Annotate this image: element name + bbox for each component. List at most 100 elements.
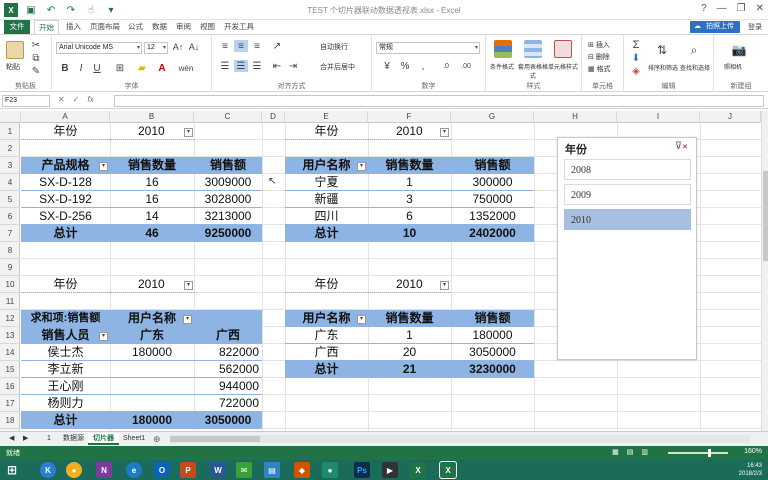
pivot3-cell[interactable]: 722000 — [194, 395, 262, 412]
row-header[interactable]: 3 — [0, 157, 20, 174]
find-select-button[interactable]: 查找和选择 — [680, 63, 710, 72]
row-header[interactable]: 14 — [0, 344, 20, 361]
tab-home[interactable]: 开始 — [34, 20, 59, 34]
phonetic-icon[interactable]: wén — [178, 62, 194, 74]
conditional-format-icon[interactable] — [494, 40, 512, 58]
camera-icon[interactable]: 📷 — [730, 41, 748, 59]
restore-button[interactable]: ❐ — [737, 3, 746, 14]
upload-button[interactable]: ☁ 拍照上传 — [690, 21, 740, 33]
tab-page-layout[interactable]: 页面布局 — [86, 20, 124, 34]
media-icon[interactable]: ▶ — [382, 462, 398, 478]
pivot4-row-filter-icon[interactable]: ▾ — [357, 315, 366, 324]
pivot1-cell[interactable]: 14 — [110, 208, 194, 225]
pivot4-filter-value[interactable]: 2010 — [368, 276, 451, 293]
app-icon[interactable]: ◆ — [294, 462, 310, 478]
autosum-icon[interactable]: Σ — [630, 39, 642, 51]
pivot2-filter-value[interactable]: 2010 — [368, 123, 451, 140]
col-header-h[interactable]: H — [534, 111, 617, 123]
sheet-tab-slicer[interactable]: 切片器 — [88, 433, 119, 445]
close-button[interactable]: ✕ — [756, 3, 764, 14]
pivot4-filter-dropdown-icon[interactable]: ▾ — [440, 281, 449, 290]
pivot3-cell[interactable]: 562000 — [194, 361, 262, 378]
slicer-item-2008[interactable]: 2008 — [564, 159, 691, 180]
pivot1-cell[interactable]: 16 — [110, 174, 194, 191]
clock-time[interactable]: 16:43 — [739, 462, 762, 470]
paste-button[interactable]: 粘贴 — [6, 62, 20, 72]
pivot2-cell[interactable]: 6 — [368, 208, 451, 225]
pivot1-cell[interactable]: SX-D-192 — [21, 191, 110, 208]
clock-date[interactable]: 2018/2/3 — [739, 470, 762, 478]
col-header-d[interactable]: D — [262, 111, 285, 123]
pivot4-cell[interactable]: 广西 — [285, 344, 368, 361]
pivot1-cell[interactable]: 3028000 — [194, 191, 262, 208]
fill-color-icon[interactable]: ▰ — [136, 62, 148, 74]
delete-cells-button[interactable]: ⊟ 删除 — [588, 52, 610, 62]
pivot1-filter-dropdown-icon[interactable]: ▾ — [184, 128, 193, 137]
ie-icon[interactable]: e — [126, 462, 142, 478]
tab-insert[interactable]: 插入 — [62, 20, 85, 34]
pivot2-cell[interactable]: 750000 — [451, 191, 534, 208]
pivot2-cell[interactable]: 3 — [368, 191, 451, 208]
enter-icon[interactable]: ✓ — [73, 95, 80, 104]
word-icon[interactable]: W — [210, 462, 226, 478]
pivot3-cell[interactable]: 李立新 — [21, 361, 110, 378]
tab-review[interactable]: 审阅 — [172, 20, 195, 34]
pivot3-filter-dropdown-icon[interactable]: ▾ — [184, 281, 193, 290]
sheet-tab-sheet1[interactable]: Sheet1 — [118, 433, 150, 445]
increase-indent-icon[interactable]: ⇥ — [286, 60, 300, 72]
pivot3-filter-value[interactable]: 2010 — [110, 276, 194, 293]
formula-input[interactable] — [114, 95, 764, 107]
slicer-item-2010[interactable]: 2010 — [564, 209, 691, 230]
align-top-icon[interactable]: ≡ — [218, 40, 232, 52]
sheet-nav-next-icon[interactable]: ▶ — [18, 433, 33, 445]
col-header-j[interactable]: J — [700, 111, 761, 123]
zoom-slider[interactable] — [668, 449, 728, 457]
pivot1-cell[interactable]: 16 — [110, 191, 194, 208]
pivot3-cell[interactable]: 822000 — [194, 344, 262, 361]
pivot3-cell[interactable] — [110, 395, 194, 412]
browser-k-icon[interactable]: K — [40, 462, 56, 478]
col-header-i[interactable]: I — [617, 111, 700, 123]
cell-styles-icon[interactable] — [554, 40, 572, 58]
pivot4-cell[interactable]: 1 — [368, 327, 451, 344]
pivot3-cell[interactable]: 王心刚 — [21, 378, 110, 395]
pivot1-cell[interactable]: 3009000 — [194, 174, 262, 191]
pivot3-cell[interactable] — [110, 361, 194, 378]
pivot1-cell[interactable]: SX-D-256 — [21, 208, 110, 225]
zoom-slider-knob[interactable] — [708, 449, 711, 457]
format-table-icon[interactable] — [524, 40, 542, 58]
wrap-text-button[interactable]: 自动换行 — [320, 42, 348, 52]
font-size-combo[interactable]: 12 ▾ — [144, 42, 168, 54]
row-header[interactable]: 10 — [0, 276, 20, 293]
align-left-icon[interactable]: ☰ — [218, 60, 232, 72]
sort-filter-icon[interactable]: ⇅ — [654, 41, 670, 59]
row-header[interactable]: 16 — [0, 378, 20, 395]
pivot3-cell[interactable]: 杨则力 — [21, 395, 110, 412]
page-layout-view-icon[interactable]: ▤ — [627, 448, 634, 456]
comma-icon[interactable]: , — [416, 60, 430, 72]
col-header-f[interactable]: F — [368, 111, 451, 123]
row-header[interactable]: 5 — [0, 191, 20, 208]
pivot2-cell[interactable]: 新疆 — [285, 191, 368, 208]
row-header[interactable]: 8 — [0, 242, 20, 259]
wechat-icon[interactable]: ✉ — [236, 462, 252, 478]
grow-font-icon[interactable]: A↑ — [172, 41, 184, 53]
align-right-icon[interactable]: ☰ — [250, 60, 264, 72]
col-header-a[interactable]: A — [21, 111, 110, 123]
photoshop-icon[interactable]: Ps — [354, 462, 370, 478]
normal-view-icon[interactable]: ▦ — [612, 448, 619, 456]
name-box[interactable]: F23 — [2, 95, 50, 107]
pivot4-cell[interactable]: 20 — [368, 344, 451, 361]
cell-styles-button[interactable]: 单元格样式 — [548, 62, 578, 71]
col-header-e[interactable]: E — [285, 111, 368, 123]
pivot2-cell[interactable]: 1352000 — [451, 208, 534, 225]
pivot1-cell[interactable]: SX-D-128 — [21, 174, 110, 191]
merge-center-button[interactable]: 合并后居中 — [320, 62, 355, 72]
row-header[interactable]: 6 — [0, 208, 20, 225]
conditional-format-button[interactable]: 条件格式 — [490, 62, 514, 71]
slicer-item-2009[interactable]: 2009 — [564, 184, 691, 205]
font-color-icon[interactable]: A — [156, 62, 168, 74]
windows-start-icon[interactable]: ⊞ — [4, 462, 20, 478]
col-header-b[interactable]: B — [110, 111, 194, 123]
underline-button[interactable]: U — [92, 62, 102, 74]
